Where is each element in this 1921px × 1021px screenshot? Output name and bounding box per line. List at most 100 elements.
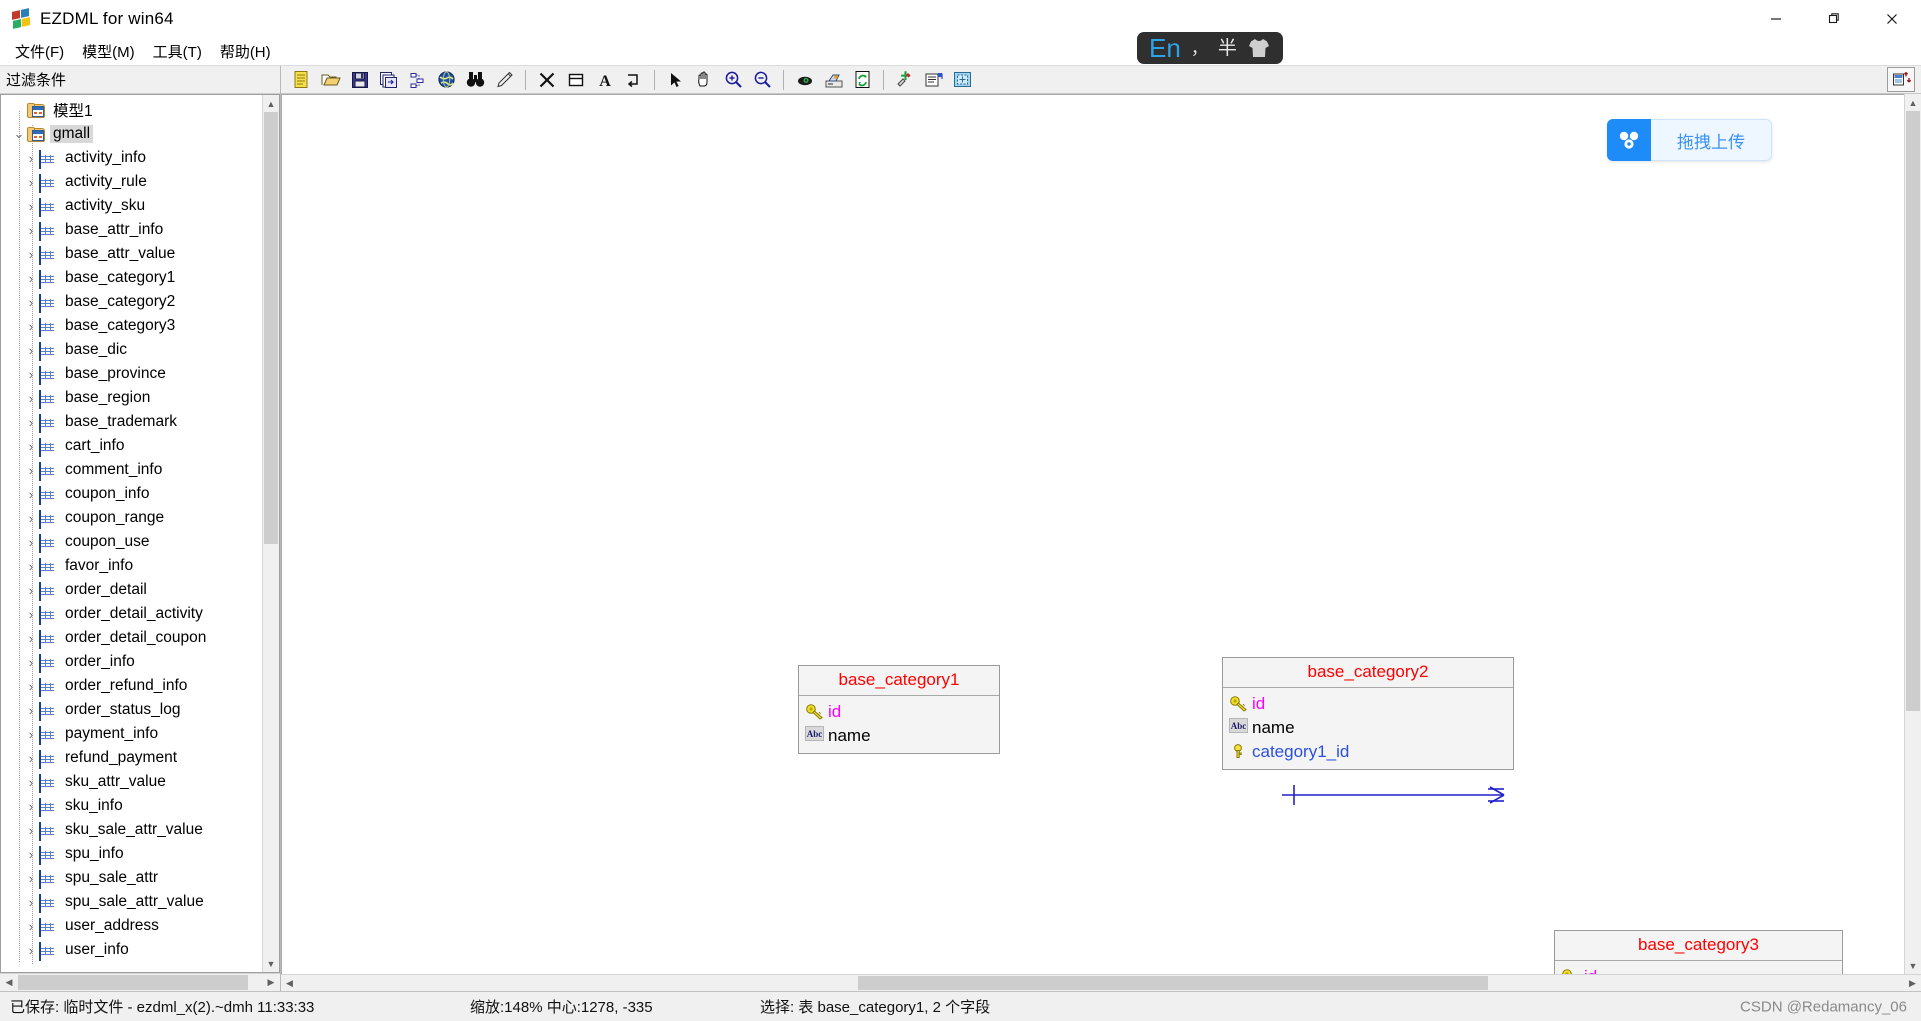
tree-node-base_region[interactable]: › base_region [1,386,262,410]
relation-link-icon[interactable] [619,67,648,93]
canvas-horizontal-scrollbar[interactable]: ◀ ▶ [281,974,1921,991]
tree-node-order_info[interactable]: › order_info [1,650,262,674]
maximize-button[interactable] [1805,0,1863,38]
tree-node-base_trademark[interactable]: › base_trademark [1,410,262,434]
er-field-id[interactable]: id [1225,691,1511,715]
tree-node-sku_info[interactable]: › sku_info [1,794,262,818]
tree-node-activity_info[interactable]: › activity_info [1,146,262,170]
fit-screen-icon[interactable] [948,67,977,93]
pencil-edit-icon[interactable] [490,67,519,93]
tree-expander[interactable]: › [23,631,39,646]
tree-node-sku_sale_attr_value[interactable]: › sku_sale_attr_value [1,818,262,842]
model-tree-list[interactable]: 模型1 ⌄ gmall › activity_info › activity_rule › ac… [1,95,262,972]
tree-node-order_detail[interactable]: › order_detail [1,578,262,602]
close-button[interactable] [1863,0,1921,38]
ime-width-toggle[interactable]: 半 [1218,39,1237,58]
tree-scroll-thumb[interactable] [264,112,278,544]
tree-node-base_category2[interactable]: › base_category2 [1,290,262,314]
tree-expander[interactable]: › [23,295,39,310]
tree-scroll-left-arrow[interactable]: ◀ [0,974,18,991]
tree-expander[interactable]: › [23,463,39,478]
canvas-vscroll-thumb[interactable] [1906,111,1920,711]
menu-help[interactable]: 帮助(H) [211,39,280,64]
tree-node-payment_info[interactable]: › payment_info [1,722,262,746]
tree-node-spu_info[interactable]: › spu_info [1,842,262,866]
tree-expander[interactable]: › [23,271,39,286]
canvas-vertical-scrollbar[interactable]: ▲ ▼ [1904,94,1921,974]
new-document-icon[interactable] [287,67,316,93]
tree-expander[interactable]: › [23,583,39,598]
tree-expander[interactable]: › [23,895,39,910]
find-binoculars-icon[interactable] [461,67,490,93]
tree-node-user_info[interactable]: › user_info [1,938,262,962]
canvas-scroll-right-arrow[interactable]: ▶ [1904,975,1921,991]
minimize-button[interactable] [1747,0,1805,38]
tree-node-base_dic[interactable]: › base_dic [1,338,262,362]
globe-icon[interactable] [432,67,461,93]
tree-expander[interactable]: › [23,943,39,958]
tree-node-coupon_info[interactable]: › coupon_info [1,482,262,506]
tree-expander[interactable]: ⌄ [11,126,27,142]
tree-expander[interactable]: › [23,199,39,214]
tree-expander[interactable]: › [23,919,39,934]
tree-node-spu_sale_attr[interactable]: › spu_sale_attr [1,866,262,890]
tree-hscroll-track[interactable] [18,974,262,991]
upload-label[interactable]: 拖拽上传 [1651,119,1772,161]
er-table-base_category3[interactable]: base_category3id [1554,930,1843,974]
er-table-base_category1[interactable]: base_category1 id Abc name [798,665,1000,754]
canvas-hscroll-track[interactable] [298,975,1904,991]
tree-node-order_status_log[interactable]: › order_status_log [1,698,262,722]
canvas-hscroll-thumb[interactable] [858,976,1488,990]
canvas-scroll-down-arrow[interactable]: ▼ [1905,957,1921,974]
shirt-icon[interactable] [1247,37,1271,59]
tree-node-base_attr_value[interactable]: › base_attr_value [1,242,262,266]
pan-hand-icon[interactable] [690,67,719,93]
tree-expander[interactable]: › [23,679,39,694]
tree-expander[interactable]: › [23,511,39,526]
export-image-icon[interactable] [819,67,848,93]
tree-node-activity_sku[interactable]: › activity_sku [1,194,262,218]
tree-node-cart_info[interactable]: › cart_info [1,434,262,458]
tree-hscroll-thumb[interactable] [18,975,248,990]
tree-vertical-scrollbar[interactable]: ▲ ▼ [262,95,279,972]
tree-expander[interactable]: › [23,559,39,574]
tree-expander[interactable]: › [23,535,39,550]
text-label-icon[interactable]: A [590,67,619,93]
tree-node-gmall[interactable]: ⌄ gmall [1,122,262,146]
tree-node-base_attr_info[interactable]: › base_attr_info [1,218,262,242]
zoom-out-icon[interactable] [748,67,777,93]
er-field-id[interactable]: id [1557,964,1840,974]
tree-node-activity_rule[interactable]: › activity_rule [1,170,262,194]
tree-expander[interactable]: › [23,367,39,382]
new-table-icon[interactable] [561,67,590,93]
tree-expander[interactable]: › [23,415,39,430]
sync-panel-icon[interactable] [1887,67,1915,92]
tree-expander[interactable]: › [23,775,39,790]
tree-expander[interactable]: › [23,319,39,334]
tree-scroll-up-arrow[interactable]: ▲ [263,95,279,112]
tree-expander[interactable]: › [23,391,39,406]
tree-node-base_category1[interactable]: › base_category1 [1,266,262,290]
menu-tools[interactable]: 工具(T) [144,39,211,64]
tree-expander[interactable]: › [23,823,39,838]
tree-expander[interactable]: › [23,727,39,742]
tree-node-spu_sale_attr_value[interactable]: › spu_sale_attr_value [1,890,262,914]
delete-cross-icon[interactable] [532,67,561,93]
tree-node-coupon_range[interactable]: › coupon_range [1,506,262,530]
tree-list-icon[interactable] [403,67,432,93]
preview-eye-icon[interactable] [790,67,819,93]
tree-expander[interactable]: › [23,247,39,262]
tree-expander[interactable]: › [23,439,39,454]
tree-node-comment_info[interactable]: › comment_info [1,458,262,482]
tree-expander[interactable]: › [23,655,39,670]
tree-expander[interactable]: › [23,343,39,358]
er-field-name[interactable]: Abc name [1225,715,1511,739]
tree-scroll-right-arrow[interactable]: ▶ [262,974,280,991]
tree-expander[interactable]: › [23,703,39,718]
tree-expander[interactable]: › [23,175,39,190]
tree-expander[interactable]: › [23,151,39,166]
zoom-in-icon[interactable] [719,67,748,93]
tree-scroll-down-arrow[interactable]: ▼ [263,955,279,972]
open-folder-icon[interactable] [316,67,345,93]
canvas-scroll-up-arrow[interactable]: ▲ [1905,94,1921,111]
